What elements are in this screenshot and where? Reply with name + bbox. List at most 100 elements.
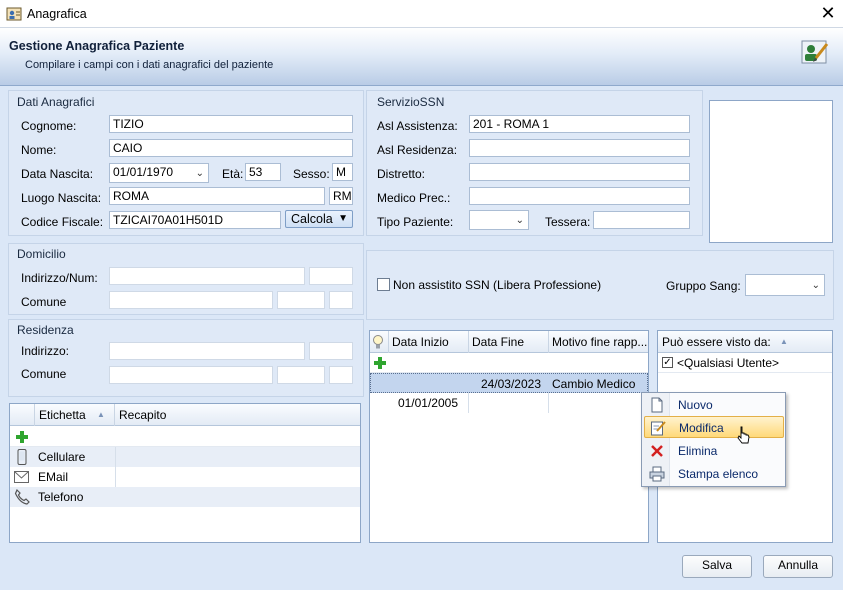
table-row[interactable]: Cellulare [10, 447, 360, 467]
distretto-label: Distretto: [377, 167, 426, 181]
gruppo-sang-select[interactable]: ⌄ [745, 274, 825, 296]
domicilio-numero-input[interactable] [309, 267, 353, 285]
domicilio-cap-input[interactable] [277, 291, 325, 309]
periodi-grid[interactable]: Data Inizio Data Fine Motivo fine rapp..… [369, 330, 649, 543]
domicilio-comune-input[interactable] [109, 291, 273, 309]
domicilio-provincia-input[interactable] [329, 291, 353, 309]
residenza-indirizzo-label: Indirizzo: [21, 344, 70, 358]
close-icon[interactable]: ✕ [818, 3, 838, 23]
col-visto-da[interactable]: Può essere visto da: ▲ [658, 331, 832, 353]
asl-residenza-input[interactable] [469, 139, 690, 157]
salva-button[interactable]: Salva [682, 555, 752, 578]
nome-label: Nome: [21, 143, 57, 157]
domicilio-title: Domicilio [17, 247, 66, 261]
envelope-icon [14, 471, 29, 483]
sort-asc-icon: ▲ [780, 337, 788, 346]
calcola-button[interactable]: Calcola ▼ [285, 210, 353, 228]
lightbulb-icon [370, 331, 389, 353]
recapiti-grid[interactable]: Etichetta ▲ Recapito Cellulare EMail Tel… [9, 403, 361, 543]
table-row[interactable]: Telefono [10, 487, 360, 507]
visto-da-checkbox[interactable]: ✓ [662, 357, 673, 368]
col-data-fine[interactable]: Data Fine [469, 331, 549, 353]
cell-divider [548, 393, 549, 413]
domicilio-indirizzo-input[interactable] [109, 267, 305, 285]
telephone-icon [14, 489, 30, 505]
medico-prec-label: Medico Prec.: [377, 191, 451, 205]
app-icon [6, 7, 22, 21]
tessera-label: Tessera: [545, 215, 591, 229]
col-etichetta[interactable]: Etichetta ▲ [35, 404, 115, 426]
data-inizio-cell: 01/01/2005 [397, 396, 458, 410]
table-row[interactable]: ✓ <Qualsiasi Utente> [658, 353, 832, 373]
col-recapito[interactable]: Recapito [115, 404, 360, 426]
residenza-cap-input[interactable] [277, 366, 325, 384]
new-row[interactable] [10, 427, 360, 447]
nome-input[interactable]: CAIO [109, 139, 353, 157]
provincia-input[interactable]: RM [329, 187, 353, 205]
add-plus-icon[interactable] [15, 430, 29, 444]
menu-item-elimina[interactable]: Elimina [644, 440, 784, 462]
photo-box[interactable] [709, 100, 833, 243]
sesso-input[interactable]: M [332, 163, 353, 181]
chevron-down-icon[interactable]: ⌄ [812, 278, 820, 293]
cognome-input[interactable]: TIZIO [109, 115, 353, 133]
col-data-inizio[interactable]: Data Inizio [389, 331, 469, 353]
distretto-input[interactable] [469, 163, 690, 181]
chevron-down-icon[interactable]: ⌄ [196, 166, 204, 181]
tipo-paziente-label: Tipo Paziente: [377, 215, 454, 229]
luogo-nascita-input[interactable]: ROMA [109, 187, 325, 205]
table-row[interactable]: 01/01/2005 [370, 393, 648, 413]
eta-input[interactable]: 53 [245, 163, 281, 181]
data-fine-cell [470, 393, 540, 413]
mobile-phone-icon [17, 449, 27, 465]
data-nascita-picker[interactable]: 01/01/1970 ⌄ [109, 163, 209, 183]
data-nascita-value: 01/01/1970 [113, 165, 174, 179]
recapito-etichetta: EMail [38, 470, 69, 484]
context-menu: Nuovo Modifica Elimina Stampa elenco [641, 392, 786, 487]
tipo-paziente-select[interactable]: ⌄ [469, 210, 529, 230]
sort-asc-icon: ▲ [97, 410, 105, 419]
residenza-title: Residenza [17, 323, 74, 337]
residenza-provincia-input[interactable] [329, 366, 353, 384]
delete-x-icon [651, 445, 663, 457]
sesso-label: Sesso: [293, 167, 330, 181]
annulla-button[interactable]: Annulla [763, 555, 833, 578]
codice-fiscale-input[interactable]: TZICAI70A01H501D [109, 211, 281, 229]
dropdown-arrow-icon: ▼ [338, 213, 348, 224]
eta-label: Età: [222, 167, 244, 181]
residenza-comune-input[interactable] [109, 366, 273, 384]
header-band: Gestione Anagrafica Paziente Compilare i… [0, 28, 843, 86]
edit-user-icon [801, 40, 829, 64]
menu-item-stampa[interactable]: Stampa elenco [644, 463, 784, 485]
asl-residenza-label: Asl Residenza: [377, 143, 458, 157]
window-title: Anagrafica [27, 7, 87, 21]
cognome-label: Cognome: [21, 119, 77, 133]
page-subtitle: Compilare i campi con i dati anagrafici … [25, 59, 274, 71]
visibilita-header: Può essere visto da: ▲ [658, 331, 832, 353]
menu-item-modifica[interactable]: Modifica [644, 416, 784, 438]
page-title: Gestione Anagrafica Paziente [9, 39, 185, 53]
add-plus-icon[interactable] [373, 356, 387, 370]
medico-prec-input[interactable] [469, 187, 690, 205]
new-document-icon [651, 397, 663, 413]
domicilio-indirizzo-label: Indirizzo/Num: [21, 271, 98, 285]
table-row-selected[interactable]: 24/03/2023 Cambio Medico [370, 373, 648, 393]
cell-divider [468, 393, 469, 413]
dati-anagrafici-title: Dati Anagrafici [17, 95, 95, 109]
table-row[interactable]: EMail [10, 467, 360, 487]
menu-item-nuovo[interactable]: Nuovo [644, 394, 784, 416]
data-nascita-label: Data Nascita: [21, 167, 94, 181]
non-assistito-checkbox[interactable] [377, 278, 390, 291]
residenza-comune-label: Comune [21, 367, 67, 381]
tessera-input[interactable] [593, 211, 690, 229]
servizio-ssn-title: ServizioSSN [377, 95, 445, 109]
asl-assistenza-input[interactable]: 201 - ROMA 1 [469, 115, 690, 133]
calcola-label: Calcola [291, 212, 333, 226]
new-row[interactable] [370, 353, 648, 373]
data-fine-cell: 24/03/2023 [480, 377, 541, 391]
residenza-indirizzo-input[interactable] [109, 342, 305, 360]
mouse-cursor-icon [737, 426, 750, 444]
residenza-numero-input[interactable] [309, 342, 353, 360]
col-motivo[interactable]: Motivo fine rapp... [549, 331, 648, 353]
chevron-down-icon[interactable]: ⌄ [516, 213, 524, 228]
